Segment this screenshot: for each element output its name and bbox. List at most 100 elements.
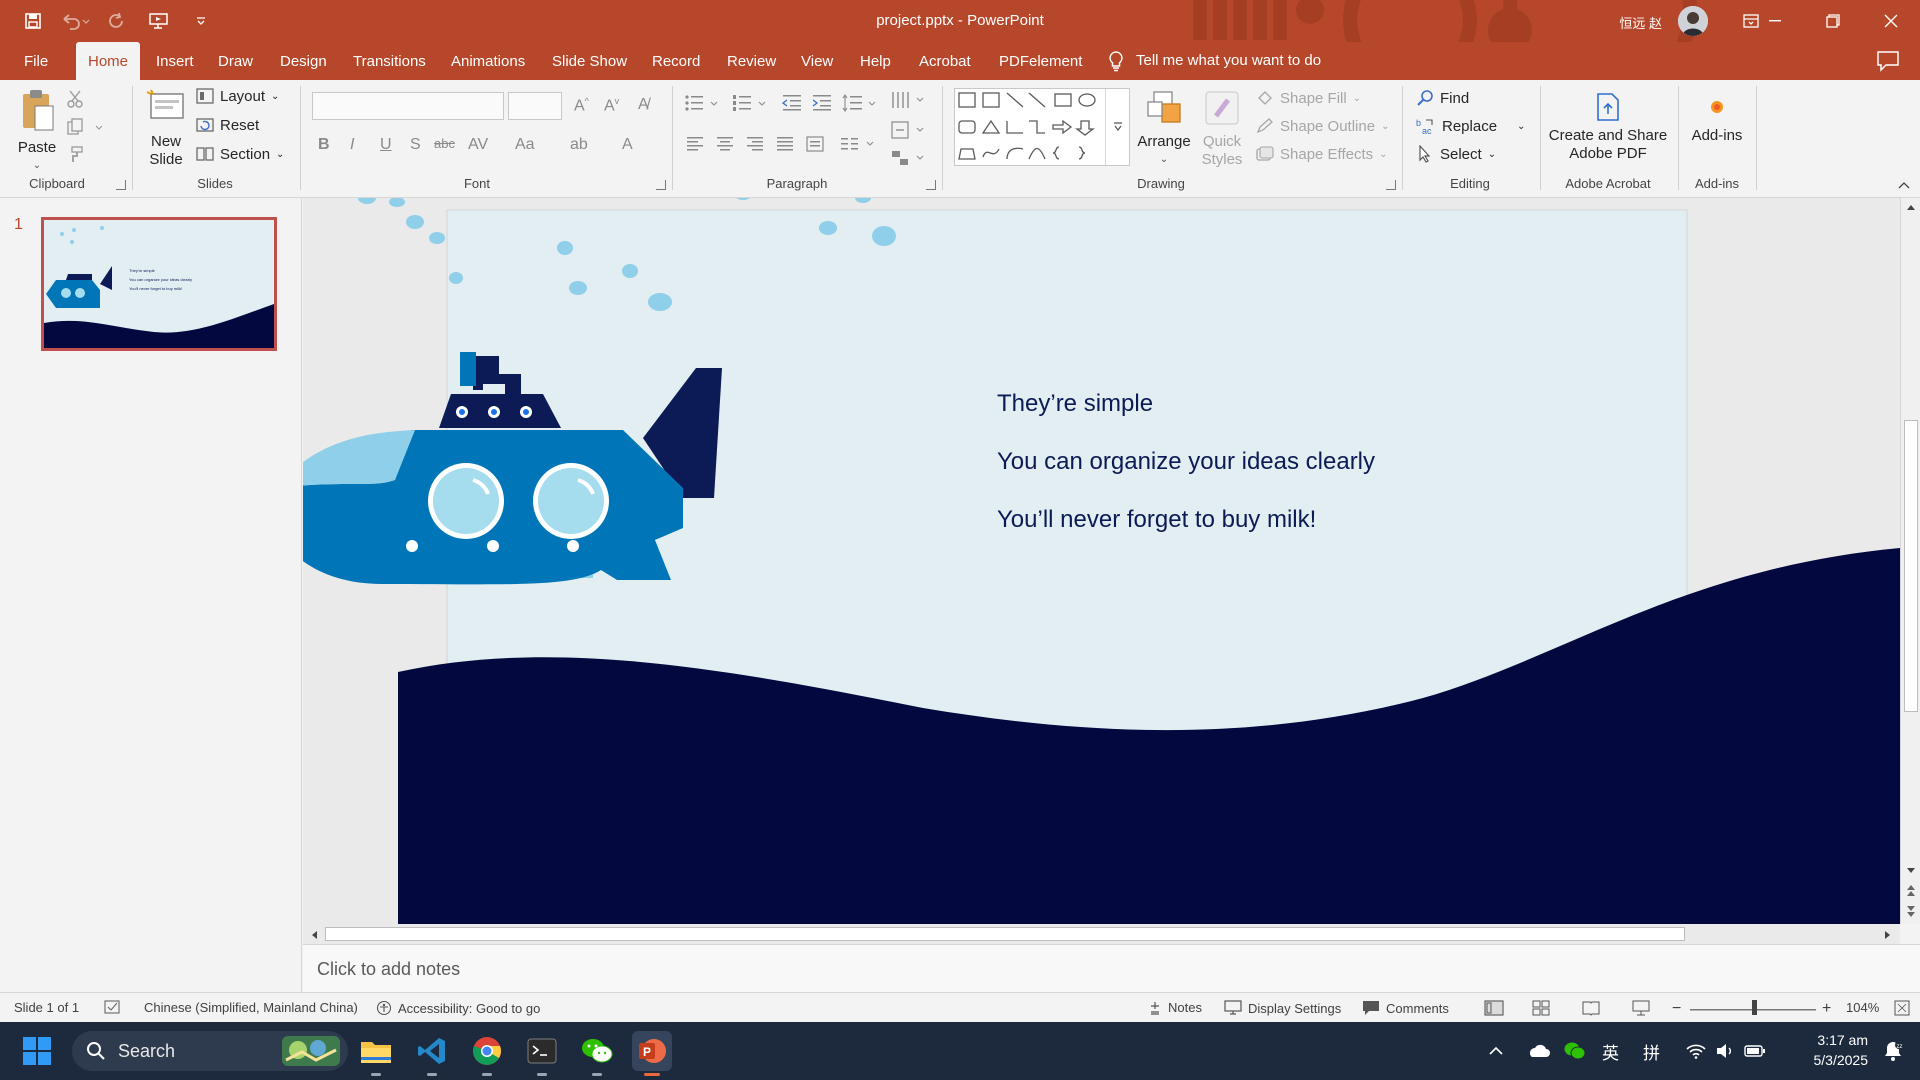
tab-design[interactable]: Design	[268, 42, 339, 80]
comments-button[interactable]: Comments	[1362, 1000, 1449, 1016]
font-launcher-icon[interactable]	[656, 180, 666, 190]
copy-icon[interactable]	[66, 118, 103, 141]
increase-font-size-icon[interactable]: A^	[574, 96, 589, 115]
decrease-indent-icon[interactable]	[782, 94, 802, 112]
normal-view-icon[interactable]	[1484, 1000, 1504, 1016]
ime-language-indicator[interactable]: 英	[1602, 1039, 1619, 1064]
cut-icon[interactable]	[66, 90, 84, 113]
taskbar-search-box[interactable]: Search	[72, 1031, 348, 1071]
tab-animations[interactable]: Animations	[439, 42, 537, 80]
paste-button[interactable]: Paste ⌄	[14, 88, 60, 175]
create-share-pdf-button[interactable]: Create and Share Adobe PDF	[1546, 92, 1670, 163]
slide-bullet-1[interactable]: They’re simple	[997, 390, 1153, 418]
zoom-slider-thumb[interactable]	[1752, 1000, 1757, 1015]
font-name-combobox[interactable]	[312, 92, 504, 120]
collapse-ribbon-icon[interactable]	[1898, 180, 1910, 190]
columns-icon[interactable]	[840, 136, 876, 152]
notes-toggle-button[interactable]: Notes	[1148, 1000, 1202, 1015]
smartart-icon[interactable]	[890, 148, 926, 168]
vertical-scrollbar[interactable]	[1900, 198, 1920, 924]
shape-effects-button[interactable]: Shape Effects ⌄	[1256, 142, 1388, 166]
layout-button[interactable]: Layout ⌄	[196, 84, 279, 108]
bullets-icon[interactable]	[684, 94, 720, 112]
select-button[interactable]: Select ⌄	[1416, 142, 1496, 166]
shapes-gallery-more-icon[interactable]	[1105, 89, 1129, 165]
strikethrough-icon[interactable]: abc	[434, 136, 455, 151]
horizontal-scrollbar[interactable]	[303, 924, 1900, 944]
taskbar-terminal[interactable]	[522, 1031, 562, 1076]
justify-icon[interactable]	[776, 136, 794, 152]
shape-fill-button[interactable]: Shape Fill ⌄	[1256, 86, 1361, 110]
taskbar-wechat[interactable]	[577, 1031, 617, 1076]
comments-icon[interactable]	[1876, 50, 1900, 72]
tab-pdfelement[interactable]: PDFelement	[987, 42, 1094, 80]
accessibility-checker[interactable]: Accessibility: Good to go	[376, 1000, 540, 1016]
align-left-icon[interactable]	[686, 136, 704, 152]
reset-button[interactable]: Reset	[196, 113, 259, 137]
paragraph-launcher-icon[interactable]	[926, 180, 936, 190]
scroll-right-icon[interactable]	[1883, 929, 1893, 941]
avatar[interactable]	[1678, 6, 1708, 36]
line-spacing-icon[interactable]	[842, 94, 878, 112]
tab-insert[interactable]: Insert	[144, 42, 206, 80]
tab-record[interactable]: Record	[640, 42, 712, 80]
taskbar-clock[interactable]: 3:17 am 5/3/2025	[1814, 1030, 1869, 1070]
onedrive-icon[interactable]	[1526, 1043, 1550, 1059]
tab-help[interactable]: Help	[848, 42, 903, 80]
text-shadow-icon[interactable]: S	[410, 136, 421, 154]
tab-draw[interactable]: Draw	[206, 42, 265, 80]
arrange-button[interactable]: Arrange ⌄	[1136, 90, 1192, 169]
change-case-icon[interactable]: Aa	[515, 136, 535, 154]
align-text-icon[interactable]	[890, 120, 926, 140]
taskbar-file-explorer[interactable]	[356, 1031, 396, 1076]
slide-bullet-3[interactable]: You’ll never forget to buy milk!	[997, 506, 1316, 534]
font-color-icon[interactable]: A	[622, 136, 633, 154]
show-hidden-icons-icon[interactable]	[1488, 1046, 1504, 1056]
format-painter-icon[interactable]	[66, 146, 84, 169]
tab-home[interactable]: Home	[76, 42, 141, 80]
text-direction-icon[interactable]	[890, 90, 926, 110]
align-center-icon[interactable]	[716, 136, 734, 152]
taskbar-vscode[interactable]	[412, 1031, 452, 1076]
horizontal-scroll-thumb[interactable]	[325, 927, 1685, 941]
slide-thumbnail[interactable]: They're simple You can organize your ide…	[41, 217, 277, 351]
tab-review[interactable]: Review	[715, 42, 788, 80]
language-indicator[interactable]: Chinese (Simplified, Mainland China)	[144, 1000, 358, 1015]
drawing-launcher-icon[interactable]	[1386, 180, 1396, 190]
ime-mode-indicator[interactable]: 拼	[1643, 1039, 1660, 1064]
clipboard-launcher-icon[interactable]	[116, 180, 126, 190]
display-settings-button[interactable]: Display Settings	[1224, 1000, 1341, 1016]
fit-slide-icon[interactable]	[1894, 1000, 1910, 1016]
scroll-up-icon[interactable]	[1905, 202, 1917, 212]
tab-acrobat[interactable]: Acrobat	[907, 42, 983, 80]
zoom-level[interactable]: 104%	[1846, 1000, 1879, 1015]
slide-indicator[interactable]: Slide 1 of 1	[14, 1000, 79, 1015]
zoom-out-icon[interactable]: −	[1672, 1000, 1681, 1018]
highlight-icon[interactable]: ab	[570, 136, 588, 154]
align-right-icon[interactable]	[746, 136, 764, 152]
underline-icon[interactable]: U	[380, 136, 392, 154]
bold-icon[interactable]: B	[318, 136, 330, 154]
clear-formatting-icon[interactable]: A̸	[638, 96, 649, 114]
notifications-icon[interactable]: zz	[1882, 1040, 1904, 1062]
new-slide-button[interactable]: New Slide	[140, 88, 192, 169]
shapes-gallery[interactable]	[954, 88, 1130, 166]
quick-styles-button[interactable]: Quick Styles	[1194, 90, 1250, 169]
minimize-button[interactable]	[1746, 0, 1804, 42]
slide-bullet-2[interactable]: You can organize your ideas clearly	[997, 448, 1375, 476]
notes-pane[interactable]: Click to add notes	[303, 944, 1920, 992]
zoom-in-icon[interactable]: +	[1822, 1000, 1831, 1018]
italic-icon[interactable]: I	[350, 136, 354, 154]
user-name[interactable]: 恒远 赵	[1619, 13, 1662, 32]
section-button[interactable]: Section ⌄	[196, 142, 284, 166]
scroll-down-icon[interactable]	[1905, 866, 1917, 876]
character-spacing-icon[interactable]: AV	[468, 136, 488, 154]
scroll-left-icon[interactable]	[309, 929, 319, 941]
shape-outline-button[interactable]: Shape Outline ⌄	[1256, 114, 1389, 138]
tell-me-box[interactable]: Tell me what you want to do	[1108, 42, 1321, 80]
battery-icon[interactable]	[1744, 1044, 1766, 1058]
numbering-icon[interactable]	[732, 94, 768, 112]
tab-view[interactable]: View	[789, 42, 845, 80]
increase-indent-icon[interactable]	[812, 94, 832, 112]
reading-view-icon[interactable]	[1582, 1000, 1600, 1016]
